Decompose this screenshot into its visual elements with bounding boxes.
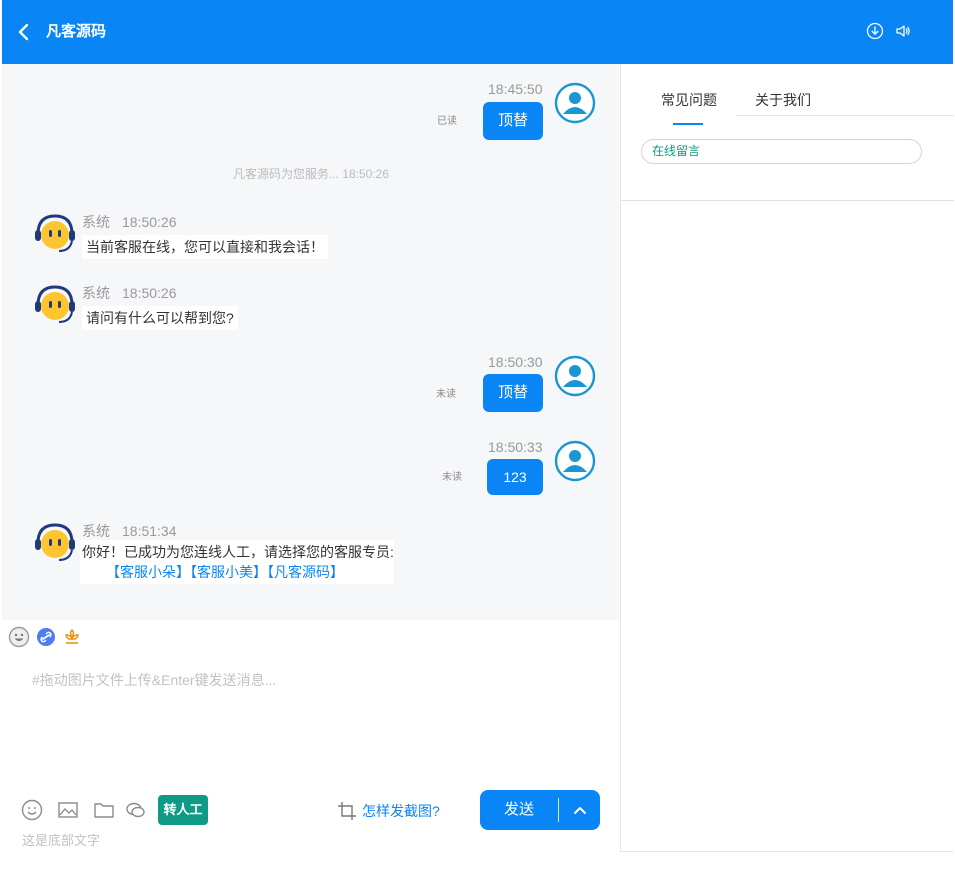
- speaker-icon[interactable]: [894, 22, 912, 40]
- user-message-bubble: 顶替: [483, 374, 543, 412]
- download-icon[interactable]: [866, 22, 884, 40]
- message-time: 18:50:26: [122, 214, 177, 230]
- message-text: 你好！已成功为您连线人工，请选择您的客服专员:: [82, 544, 394, 560]
- transfer-to-agent-button[interactable]: 转人工: [158, 795, 208, 825]
- chat-app: 凡客源码 18:45:50 已读 顶替 凡客源码为您服务... 18:50:26: [0, 0, 955, 871]
- online-message-button[interactable]: 在线留言: [641, 139, 922, 164]
- send-button[interactable]: 发送: [480, 790, 558, 830]
- agent-link-xiaoduo[interactable]: 【客服小朵】: [106, 564, 190, 580]
- message-time: 18:45:50: [488, 81, 543, 97]
- chevron-up-icon[interactable]: [560, 790, 600, 830]
- user-message-bubble: 顶替: [483, 102, 543, 140]
- quick-actions-bar: [2, 620, 620, 654]
- header-title: 凡客源码: [46, 23, 107, 40]
- agent-links: 【客服小朵】【客服小美】【凡客源码】: [82, 562, 392, 582]
- header-bar: 凡客源码: [2, 0, 953, 64]
- message-time: 18:51:34: [122, 523, 177, 539]
- read-status: 未读: [436, 389, 456, 400]
- bot-avatar-icon: [35, 285, 75, 323]
- user-avatar-icon: [554, 440, 596, 482]
- tab-faq[interactable]: 常见问题: [661, 90, 717, 125]
- image-icon[interactable]: [56, 798, 80, 822]
- send-divider: [558, 798, 559, 822]
- system-meta: 系统 18:50:26: [82, 284, 177, 302]
- screenshot-help-link[interactable]: 怎样发截图?: [336, 800, 440, 822]
- user-message-bubble: 123: [487, 459, 543, 495]
- service-note: 凡客源码为您服务... 18:50:26: [232, 167, 390, 181]
- sender-name: 系统: [82, 523, 110, 539]
- system-message-bubble: 你好！已成功为您连线人工，请选择您的客服专员: 【客服小朵】【客服小美】【凡客源…: [80, 540, 394, 584]
- bot-avatar-icon: [35, 214, 75, 252]
- user-avatar-icon: [554, 82, 596, 124]
- footer-text: 这是底部文字: [22, 833, 101, 848]
- flower-icon[interactable]: [62, 627, 82, 647]
- send-button-group: 发送: [480, 790, 600, 830]
- emoji-icon[interactable]: [20, 798, 44, 822]
- crop-icon: [338, 802, 356, 820]
- message-time: 18:50:30: [488, 354, 543, 370]
- message-time: 18:50:26: [122, 285, 177, 301]
- tab-divider: [736, 115, 954, 116]
- read-status: 已读: [437, 116, 457, 127]
- right-side-panel: 常见问题 关于我们 在线留言: [620, 64, 954, 852]
- system-meta: 系统 18:50:26: [82, 213, 177, 231]
- agent-link-fanke[interactable]: 【凡客源码】: [267, 564, 344, 580]
- bot-avatar-icon: [35, 523, 75, 561]
- system-message-bubble: 请问有什么可以帮到您?: [82, 306, 238, 330]
- message-input[interactable]: [20, 664, 600, 774]
- system-message-bubble: 当前客服在线，您可以直接和我会话！: [82, 235, 328, 259]
- system-meta: 系统 18:51:34: [82, 522, 177, 540]
- user-avatar-icon: [554, 355, 596, 397]
- agent-link-xiaomei[interactable]: 【客服小美】: [190, 564, 267, 580]
- bottom-toolbar: 转人工 怎样发截图? 发送: [2, 790, 620, 830]
- panel-divider: [621, 200, 954, 201]
- tab-about-us[interactable]: 关于我们: [755, 90, 811, 110]
- link-icon[interactable]: [36, 627, 56, 647]
- sender-name: 系统: [82, 285, 110, 301]
- chat-message-list[interactable]: 18:45:50 已读 顶替 凡客源码为您服务... 18:50:26 系统 18…: [2, 64, 620, 620]
- read-status: 未读: [442, 472, 462, 483]
- message-time: 18:50:33: [488, 439, 543, 455]
- chat-bubbles-icon[interactable]: [124, 798, 148, 822]
- sender-name: 系统: [82, 214, 110, 230]
- screenshot-help-label: 怎样发截图?: [362, 803, 440, 819]
- emoji-face-icon[interactable]: [8, 626, 30, 648]
- folder-icon[interactable]: [92, 798, 116, 822]
- back-arrow-icon[interactable]: [14, 20, 36, 44]
